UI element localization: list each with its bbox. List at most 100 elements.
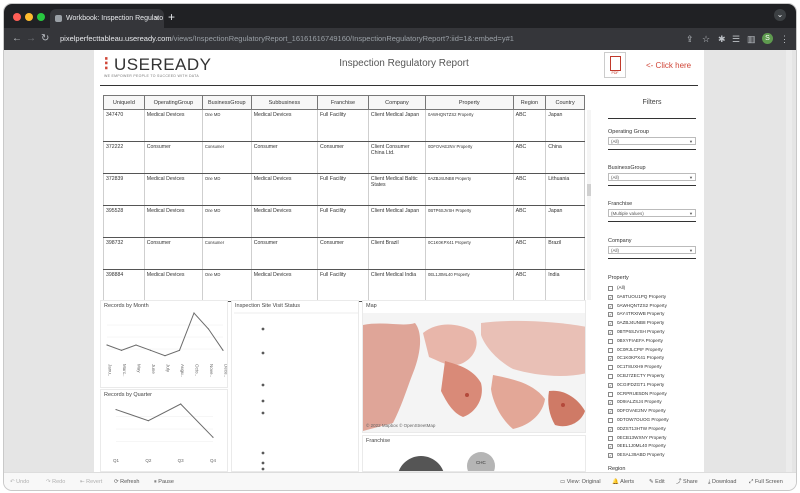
back-icon[interactable]: ← <box>12 31 22 47</box>
extensions-puzzle-icon[interactable]: ✱ <box>718 32 726 46</box>
checked-checkbox-icon[interactable]: ✓ <box>608 329 613 335</box>
profile-avatar[interactable]: S <box>762 33 773 44</box>
checked-checkbox-icon[interactable]: ✓ <box>608 400 613 406</box>
franchise-dropdown[interactable]: (Multiple values) ▼ <box>608 209 696 217</box>
property-option[interactable]: ✓ 0D9IALZSJ4 Property <box>608 398 698 407</box>
pause-button[interactable]: ⏸ Pause <box>154 478 174 486</box>
table-scroll-thumb[interactable] <box>587 184 591 196</box>
revert-button[interactable]: ⇤ Revert <box>80 478 102 486</box>
unchecked-checkbox-icon[interactable] <box>608 286 613 291</box>
checked-checkbox-icon[interactable]: ✓ <box>608 356 613 362</box>
refresh-button[interactable]: ⟳ Refresh <box>114 478 139 486</box>
redo-button[interactable]: ↷ Redo <box>46 478 65 486</box>
reload-icon[interactable]: ↻ <box>41 31 49 47</box>
checked-checkbox-icon[interactable]: ✓ <box>608 409 613 415</box>
tab-close-icon[interactable]: × <box>154 9 159 28</box>
col-header[interactable]: OperatingGroup <box>143 95 203 110</box>
unchecked-checkbox-icon[interactable] <box>608 365 613 371</box>
map-panel: Map © 2022 Mapbox © OpenStreetMap <box>362 300 586 433</box>
table-row[interactable]: 347470 Medical Devices One MD Medical Devic… <box>103 109 585 142</box>
property-option[interactable]: ✓ 0DZST13HTW Property <box>608 425 698 434</box>
checked-checkbox-icon[interactable]: ✓ <box>608 453 613 459</box>
world-map[interactable] <box>363 313 586 433</box>
property-option[interactable]: ✓ 0AY4TRXIWB Property <box>608 310 698 319</box>
property-option[interactable]: 0C0RJLCPIF Property <box>608 346 698 355</box>
col-header[interactable]: Country <box>545 95 585 110</box>
property-option[interactable]: ✓ 0BTP6SJVSH Property <box>608 328 698 337</box>
share-icon[interactable]: ⇪ <box>686 32 694 46</box>
property-option[interactable]: 0ECB13WXNY Property <box>608 434 698 443</box>
checked-checkbox-icon[interactable]: ✓ <box>608 444 613 450</box>
checked-checkbox-icon[interactable]: ✓ <box>608 294 613 300</box>
sidebar-icon[interactable]: ▥ <box>747 32 756 46</box>
property-option[interactable]: ✓ 0C1K0KPX41 Property <box>608 354 698 363</box>
tab-workbook[interactable]: Workbook: Inspection Regulato × <box>50 9 164 28</box>
table-row[interactable]: 372222 Consumer Consumer Consumer Consumer Cl… <box>103 141 585 174</box>
browser-menu-icon[interactable]: ⋮ <box>780 32 789 46</box>
checked-checkbox-icon[interactable]: ✓ <box>608 321 613 327</box>
view-button[interactable]: ▭ View: Original <box>560 478 601 486</box>
checked-checkbox-icon[interactable]: ✓ <box>608 312 613 318</box>
close-window-button[interactable] <box>13 13 21 21</box>
table-row[interactable]: 372839 Medical Devices One MD Medical Devic… <box>103 173 585 206</box>
col-header[interactable]: Region <box>512 95 547 110</box>
table-row[interactable]: 398884 Medical Devices One MD Medical Devic… <box>103 269 585 302</box>
property-option[interactable]: 0CRPRUE5DN Property <box>608 390 698 399</box>
business-group-dropdown[interactable]: (All) ▼ <box>608 173 696 181</box>
forward-icon[interactable]: → <box>26 31 36 47</box>
property-option[interactable]: ✓ 0AZBJ4UNB8 Property <box>608 319 698 328</box>
checked-checkbox-icon[interactable]: ✓ <box>608 382 613 388</box>
unchecked-checkbox-icon[interactable] <box>608 347 613 353</box>
checked-checkbox-icon[interactable]: ✓ <box>608 303 613 309</box>
undo-button[interactable]: ↶ Undo <box>10 478 29 486</box>
alerts-button[interactable]: 🔔 Alerts <box>612 478 634 486</box>
col-header[interactable]: UniqueId <box>103 95 145 110</box>
property-option[interactable]: ✓ 0ESAL39ABD Property <box>608 451 698 460</box>
filter-divider <box>608 221 696 222</box>
operating-group-dropdown[interactable]: (All) ▼ <box>608 137 696 145</box>
col-header[interactable]: Property <box>424 95 514 110</box>
unchecked-checkbox-icon[interactable] <box>608 417 613 423</box>
property-option[interactable]: (All) <box>608 284 698 293</box>
table-row[interactable]: 398732 Consumer Consumer Consumer Consumer Cl… <box>103 237 585 270</box>
minimize-window-button[interactable] <box>25 13 33 21</box>
col-header[interactable]: BusinessGroup <box>201 95 252 110</box>
property-option[interactable]: 0BXYFIAEFA Property <box>608 337 698 346</box>
property-option[interactable]: ✓ 0AWHQNTZS2 Property <box>608 302 698 311</box>
col-header[interactable]: Franchise <box>316 95 369 110</box>
new-tab-button[interactable]: + <box>168 9 175 25</box>
bookmark-star-icon[interactable]: ☆ <box>702 32 710 46</box>
col-header[interactable]: Company <box>367 95 426 110</box>
checked-checkbox-icon[interactable]: ✓ <box>608 426 613 432</box>
company-dropdown[interactable]: (All) ▼ <box>608 246 696 254</box>
share-button[interactable]: ⤴ Share <box>676 478 698 486</box>
table-scrollbar[interactable] <box>587 110 591 300</box>
tick-label: Octo.. <box>195 364 200 376</box>
reading-list-icon[interactable]: ☰ <box>732 32 740 46</box>
property-option[interactable]: 0CBJ7ZECTY Property <box>608 372 698 381</box>
property-option[interactable]: ✓ 0CGIFDZGT1 Property <box>608 381 698 390</box>
property-option-label: 0C0RJLCPIF Property <box>617 346 663 352</box>
visit-dot <box>261 327 265 331</box>
url-field[interactable]: pixelperfecttableau.useready.com/views/I… <box>60 31 660 47</box>
pdf-download-button[interactable]: PDF <box>604 52 626 78</box>
table-row[interactable]: 395528 Medical Devices One MD Medical Devic… <box>103 205 585 238</box>
edit-button[interactable]: ✎ Edit <box>649 478 665 486</box>
property-option[interactable]: ✓ 0DFOVAE2NV Property <box>608 407 698 416</box>
unchecked-checkbox-icon[interactable] <box>608 391 613 397</box>
download-button[interactable]: ⤓ Download <box>708 478 736 486</box>
tableau-toolbar: ↶ Undo ↷ Redo ⇤ Revert ⟳ Refresh ⏸ Pause… <box>4 472 796 490</box>
tab-search-icon[interactable]: ⌄ <box>774 9 786 21</box>
unchecked-checkbox-icon[interactable] <box>608 373 613 379</box>
page-scrollbar[interactable] <box>786 50 792 472</box>
col-header[interactable]: Subbusiness <box>250 95 318 110</box>
maximize-window-button[interactable] <box>37 13 45 21</box>
page-title: Inspection Regulatory Report <box>339 58 469 69</box>
fullscreen-button[interactable]: ⤢ Full Screen <box>749 478 783 486</box>
unchecked-checkbox-icon[interactable] <box>608 435 613 441</box>
property-option[interactable]: ✓ 0EEL1J0ML40 Property <box>608 442 698 451</box>
property-option[interactable]: ✓ 0A6TUOU1PQ Property <box>608 293 698 302</box>
unchecked-checkbox-icon[interactable] <box>608 338 613 344</box>
property-option[interactable]: 0DTOW7OUOG Property <box>608 416 698 425</box>
property-option[interactable]: 0C1T8UXH9 Property <box>608 363 698 372</box>
